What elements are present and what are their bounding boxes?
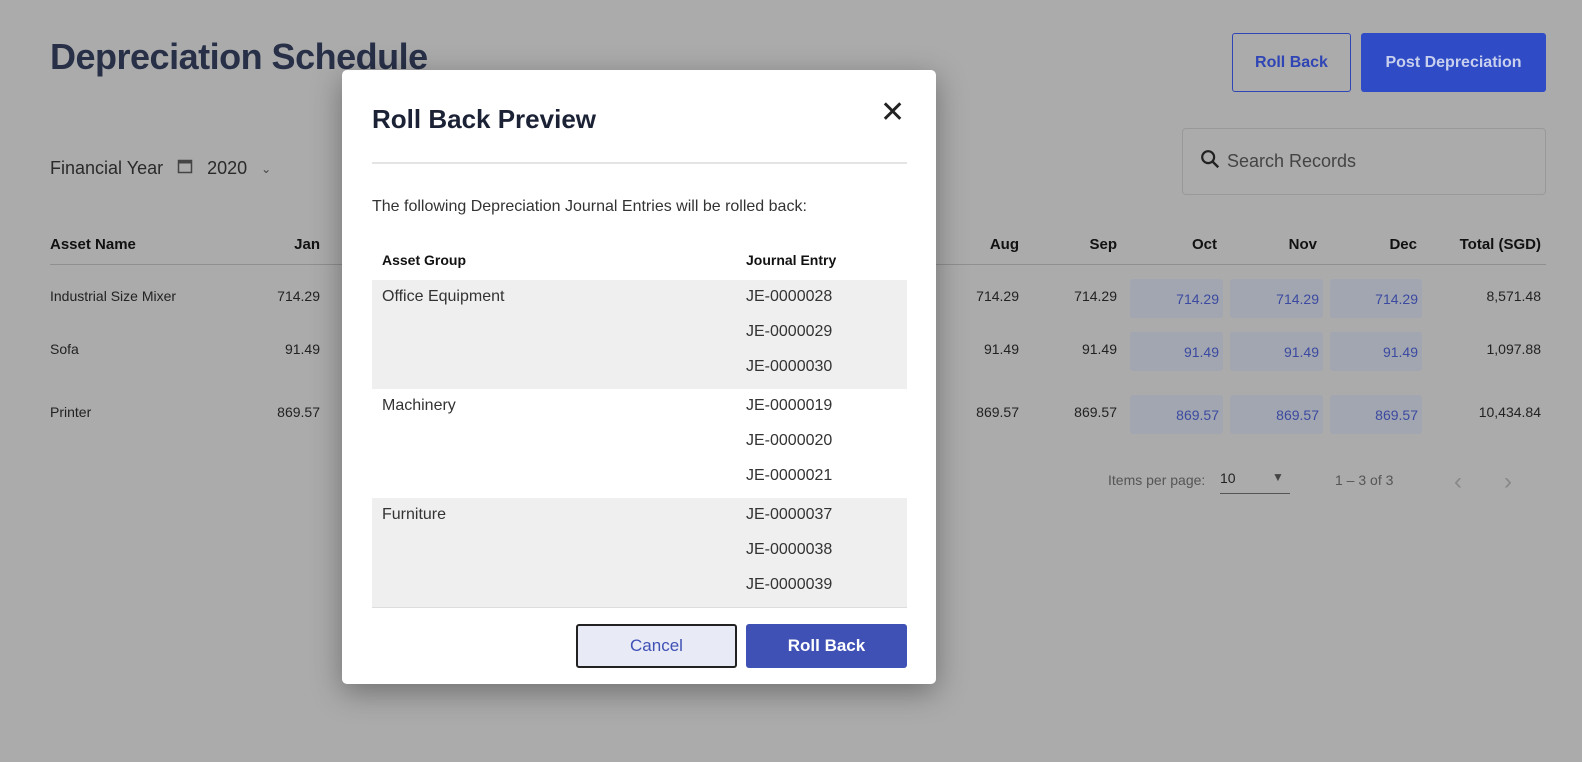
journal-entry: JE-0000030 bbox=[746, 358, 833, 375]
nov-cell[interactable]: 91.49 bbox=[1230, 332, 1323, 371]
search-icon bbox=[1199, 148, 1221, 175]
sep-cell: 714.29 bbox=[1074, 288, 1117, 304]
asset-name-cell: Printer bbox=[50, 404, 92, 420]
column-journal-entry: Journal Entry bbox=[746, 252, 837, 268]
asset-group-row: Machinery JE-0000019 JE-0000020 JE-0000021 bbox=[372, 389, 907, 498]
header-oct[interactable]: Oct bbox=[1150, 236, 1217, 253]
financial-year-value: 2020 bbox=[207, 158, 248, 178]
journal-entry: JE-0000029 bbox=[746, 323, 833, 340]
header-sep[interactable]: Sep bbox=[1050, 236, 1117, 253]
roll-back-button[interactable]: Roll Back bbox=[1232, 33, 1351, 92]
oct-cell[interactable]: 91.49 bbox=[1130, 332, 1223, 371]
journal-entry: JE-0000019 bbox=[746, 397, 833, 414]
aug-cell: 91.49 bbox=[983, 341, 1019, 357]
column-asset-group: Asset Group bbox=[382, 252, 467, 268]
jan-cell: 869.57 bbox=[277, 404, 320, 420]
journal-entry: JE-0000028 bbox=[746, 288, 833, 305]
journal-entry: JE-0000039 bbox=[746, 576, 833, 593]
asset-group-name: Office Equipment bbox=[382, 288, 505, 305]
asset-name-cell: Sofa bbox=[50, 341, 79, 357]
jan-cell: 91.49 bbox=[284, 341, 320, 357]
jan-cell: 714.29 bbox=[277, 288, 320, 304]
dialog-description: The following Depreciation Journal Entri… bbox=[372, 198, 807, 215]
total-cell: 1,097.88 bbox=[1486, 341, 1542, 357]
aug-cell: 869.57 bbox=[976, 404, 1019, 420]
table-bottom-border bbox=[372, 607, 907, 608]
search-input[interactable]: Search Records bbox=[1182, 128, 1546, 195]
total-cell: 8,571.48 bbox=[1486, 288, 1542, 304]
header-nov[interactable]: Nov bbox=[1250, 236, 1317, 253]
chevron-down-icon: ⌄ bbox=[261, 161, 272, 176]
items-per-page-select[interactable]: 10 ▼ bbox=[1220, 470, 1290, 494]
oct-cell[interactable]: 714.29 bbox=[1130, 279, 1223, 318]
asset-group-row: Furniture JE-0000037 JE-0000038 JE-0000039 bbox=[372, 498, 907, 607]
dec-cell[interactable]: 869.57 bbox=[1330, 395, 1422, 434]
journal-entry: JE-0000020 bbox=[746, 432, 833, 449]
financial-year-selector[interactable]: Financial Year 2020 ⌄ bbox=[50, 158, 271, 179]
sep-cell: 91.49 bbox=[1081, 341, 1117, 357]
header-asset-name[interactable]: Asset Name bbox=[50, 236, 136, 253]
header-jan[interactable]: Jan bbox=[250, 236, 320, 253]
nov-cell[interactable]: 714.29 bbox=[1230, 279, 1323, 318]
items-per-page-value: 10 bbox=[1220, 470, 1236, 486]
calendar-icon bbox=[177, 158, 193, 179]
journal-entry: JE-0000021 bbox=[746, 467, 833, 484]
dialog-title: Roll Back Preview bbox=[372, 104, 596, 134]
asset-name-cell: Industrial Size Mixer bbox=[50, 288, 177, 304]
items-per-page-label: Items per page: bbox=[1108, 472, 1206, 488]
header-dec[interactable]: Dec bbox=[1350, 236, 1417, 253]
pagination-range: 1 – 3 of 3 bbox=[1335, 472, 1394, 488]
total-cell: 10,434.84 bbox=[1478, 404, 1541, 420]
next-page-icon[interactable]: › bbox=[1504, 468, 1512, 496]
financial-year-label: Financial Year bbox=[50, 158, 164, 178]
asset-group-row: Office Equipment JE-0000028 JE-0000029 JE-0… bbox=[372, 280, 907, 389]
aug-cell: 714.29 bbox=[976, 288, 1019, 304]
confirm-roll-back-button[interactable]: Roll Back bbox=[746, 624, 907, 668]
journal-entry: JE-0000038 bbox=[746, 541, 833, 558]
search-placeholder: Search Records bbox=[1227, 151, 1357, 171]
journal-entry: JE-0000037 bbox=[746, 506, 833, 523]
asset-group-name: Machinery bbox=[382, 397, 456, 414]
header-aug[interactable]: Aug bbox=[950, 236, 1019, 253]
cancel-button[interactable]: Cancel bbox=[576, 624, 737, 668]
roll-back-preview-dialog: Roll Back Preview ✕ The following Deprec… bbox=[342, 70, 936, 684]
close-icon[interactable]: ✕ bbox=[880, 98, 905, 128]
asset-group-name: Furniture bbox=[382, 506, 447, 523]
nov-cell[interactable]: 869.57 bbox=[1230, 395, 1323, 434]
post-depreciation-button[interactable]: Post Depreciation bbox=[1361, 33, 1546, 92]
dec-cell[interactable]: 714.29 bbox=[1330, 279, 1422, 318]
dropdown-arrow-icon: ▼ bbox=[1272, 470, 1284, 484]
dialog-divider bbox=[372, 162, 907, 164]
oct-cell[interactable]: 869.57 bbox=[1130, 395, 1223, 434]
header-total[interactable]: Total (SGD) bbox=[1420, 236, 1541, 253]
previous-page-icon[interactable]: ‹ bbox=[1454, 468, 1462, 496]
dec-cell[interactable]: 91.49 bbox=[1330, 332, 1422, 371]
sep-cell: 869.57 bbox=[1074, 404, 1117, 420]
